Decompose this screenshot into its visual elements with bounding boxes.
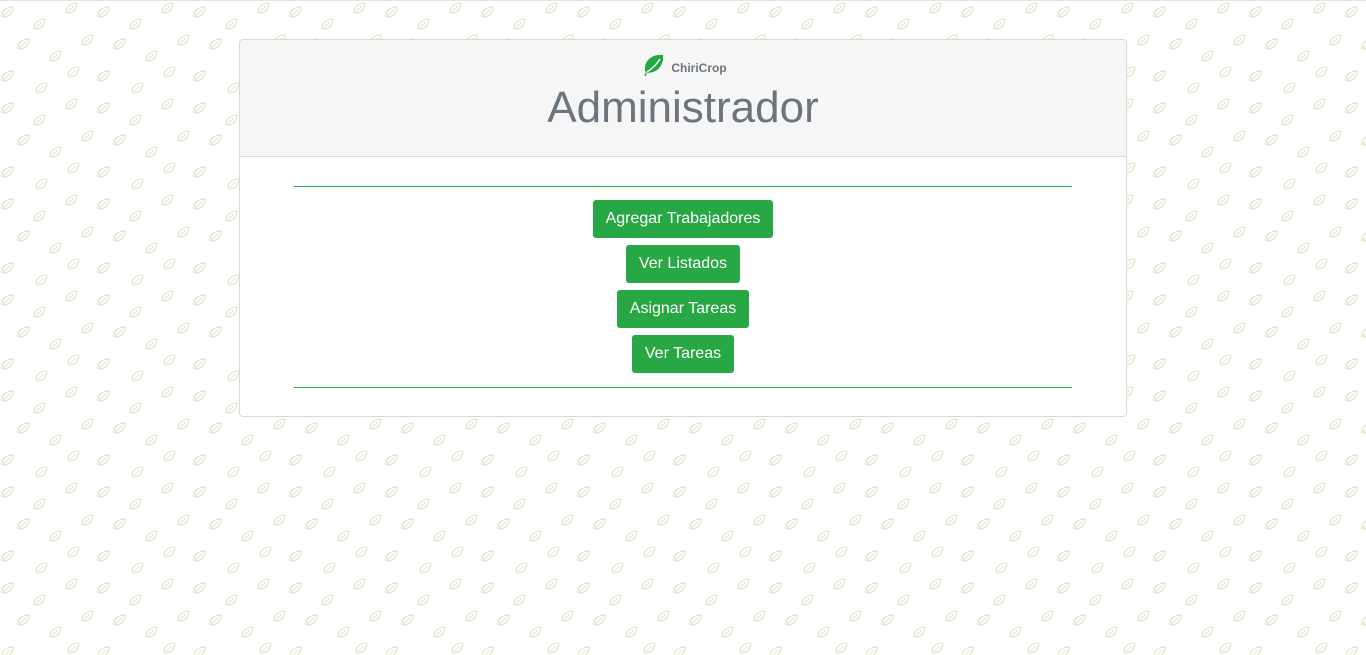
brand-logo: ChiriCrop — [240, 51, 1126, 77]
bottom-green-divider — [294, 387, 1072, 388]
view-lists-button[interactable]: Ver Listados — [625, 245, 741, 283]
action-button-list: Agregar Trabajadores Ver Listados Asigna… — [240, 200, 1126, 373]
assign-tasks-button[interactable]: Asignar Tareas — [616, 290, 750, 328]
admin-card: ChiriCrop Administrador Agregar Trabajad… — [239, 39, 1127, 417]
brand-name: ChiriCrop — [671, 61, 727, 75]
leaf-icon — [643, 51, 669, 77]
card-body: Agregar Trabajadores Ver Listados Asigna… — [240, 157, 1126, 416]
view-tasks-button[interactable]: Ver Tareas — [631, 335, 735, 373]
top-green-divider — [294, 186, 1072, 187]
card-header: ChiriCrop Administrador — [240, 40, 1126, 157]
add-workers-button[interactable]: Agregar Trabajadores — [592, 200, 774, 238]
page-title: Administrador — [547, 83, 819, 132]
